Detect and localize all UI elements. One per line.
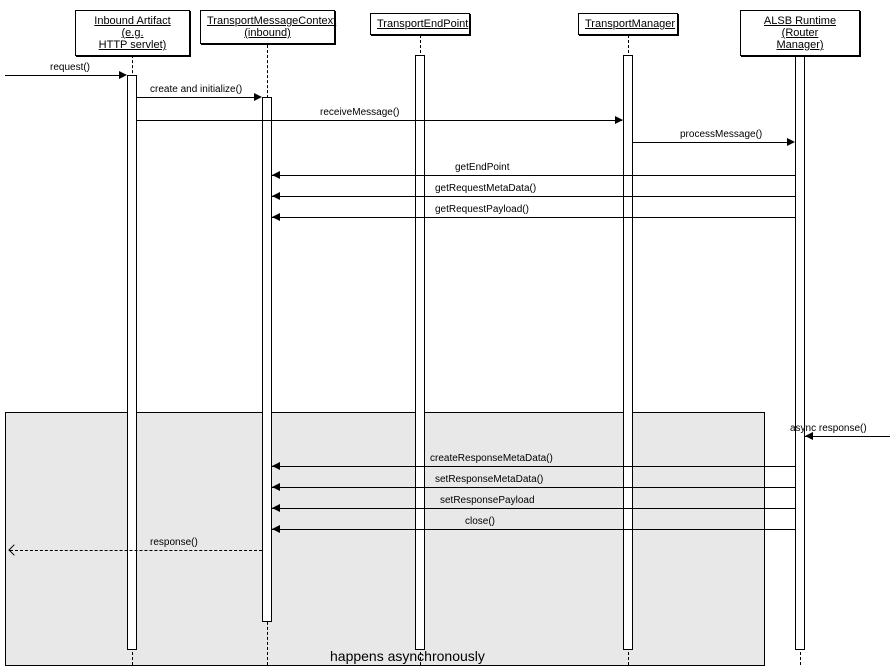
arrow-head-icon — [272, 171, 280, 179]
participant-label: ALSB Runtime (RouterManager) — [764, 15, 836, 51]
message-label: async response() — [790, 423, 867, 434]
message-arrow — [137, 97, 260, 98]
message-label: request() — [50, 62, 90, 73]
participant-label: TransportMessageContext(inbound) — [207, 15, 336, 39]
message-arrow — [633, 142, 793, 143]
message-label: receiveMessage() — [320, 107, 399, 118]
message-arrow — [5, 75, 125, 76]
message-label: getEndPoint — [455, 162, 510, 173]
arrow-head-icon — [272, 504, 280, 512]
message-label: getRequestMetaData() — [435, 183, 536, 194]
participant-transport-message-context: TransportMessageContext(inbound) — [200, 10, 335, 44]
async-region — [5, 412, 765, 666]
message-label: setResponseMetaData() — [435, 474, 543, 485]
arrow-head-icon — [119, 71, 127, 79]
message-label: response() — [150, 537, 198, 548]
message-arrow — [805, 436, 890, 437]
arrow-head-icon — [272, 483, 280, 491]
arrow-head-icon — [272, 192, 280, 200]
activation-bar — [415, 55, 425, 650]
participant-label: TransportEndPoint — [377, 18, 468, 30]
arrow-head-icon — [272, 462, 280, 470]
message-label: processMessage() — [680, 129, 762, 140]
activation-bar — [623, 55, 633, 650]
participant-label: TransportManager — [585, 18, 675, 30]
message-arrow — [272, 196, 795, 197]
message-arrow — [272, 466, 795, 467]
message-arrow — [272, 487, 795, 488]
arrow-head-icon — [615, 116, 623, 124]
message-label: getRequestPayload() — [435, 204, 529, 215]
activation-bar — [262, 97, 272, 622]
message-label: createResponseMetaData() — [430, 453, 553, 464]
arrow-head-icon — [254, 93, 262, 101]
participant-transport-endpoint: TransportEndPoint — [370, 13, 470, 35]
message-arrow-return — [10, 550, 262, 551]
activation-bar — [795, 55, 805, 650]
participant-alsb-runtime: ALSB Runtime (RouterManager) — [740, 10, 860, 56]
region-label: happens asynchronously — [330, 648, 485, 664]
participant-inbound-artifact: Inbound Artifact (e.g.HTTP servlet) — [75, 10, 190, 56]
arrow-head-icon — [272, 525, 280, 533]
message-label: setResponsePayload — [440, 495, 535, 506]
message-arrow — [137, 120, 622, 121]
arrow-head-icon — [787, 138, 795, 146]
message-label: close() — [465, 516, 495, 527]
message-arrow — [272, 175, 795, 176]
message-arrow — [272, 508, 795, 509]
participant-transport-manager: TransportManager — [578, 13, 678, 35]
message-arrow — [272, 217, 795, 218]
message-label: create and initialize() — [150, 84, 242, 95]
participant-label: Inbound Artifact (e.g.HTTP servlet) — [94, 15, 170, 51]
message-arrow — [272, 529, 795, 530]
arrow-head-icon — [272, 213, 280, 221]
activation-bar — [127, 75, 137, 650]
